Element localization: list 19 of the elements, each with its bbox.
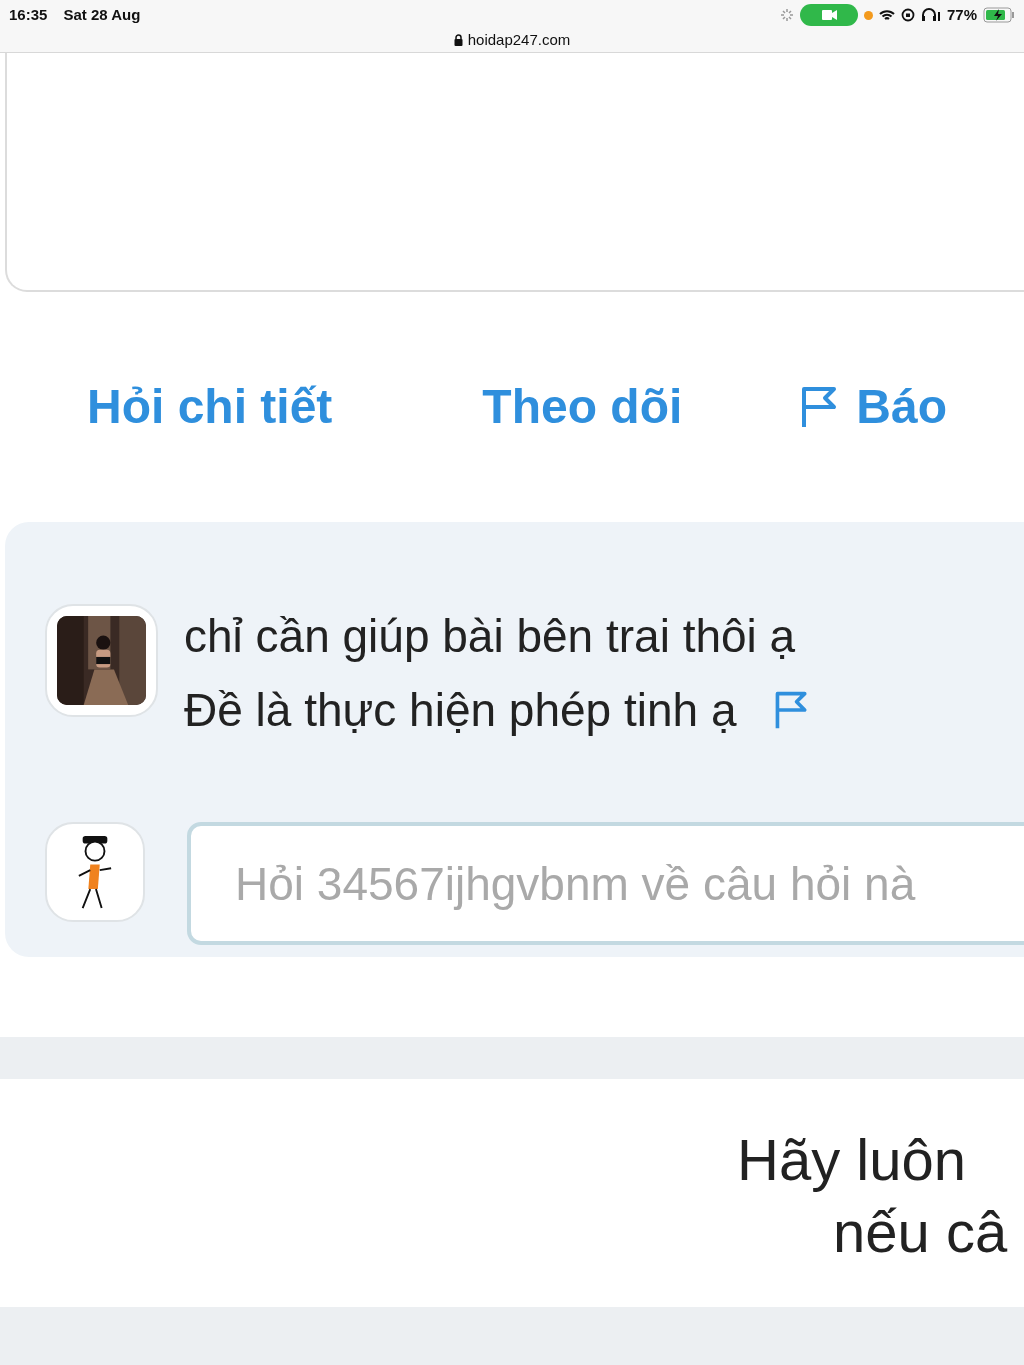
footer-text: Hãy luôn <box>737 1126 966 1194</box>
action-link[interactable]: Theo dõi <box>482 371 683 443</box>
footer-text: nếu câ <box>833 1198 1008 1266</box>
camera-icon <box>799 4 858 27</box>
comment-text: chỉ cần giúp bài bên trai thôi ạ <box>184 609 796 664</box>
battery-icon <box>983 7 1015 24</box>
clock: 16:35 <box>9 5 48 25</box>
url-text[interactable]: hoidap247.com <box>467 28 571 51</box>
loading-icon <box>779 8 794 23</box>
headphones-icon <box>920 8 941 23</box>
battery-percent: 77% <box>946 5 977 25</box>
action-link[interactable]: Hỏi chi tiết <box>87 371 333 443</box>
reply-field[interactable]: Hỏi 34567ijhgvbnm về câu hỏi nà <box>187 822 1024 945</box>
date: Sat 28 Aug <box>63 5 141 25</box>
dot-icon <box>863 10 873 20</box>
wifi-icon <box>878 8 895 22</box>
lock-icon <box>453 33 463 46</box>
comment-text: Đề là thực hiện phép tinh ạ <box>184 683 737 738</box>
report-link[interactable]: Báo <box>856 371 947 443</box>
